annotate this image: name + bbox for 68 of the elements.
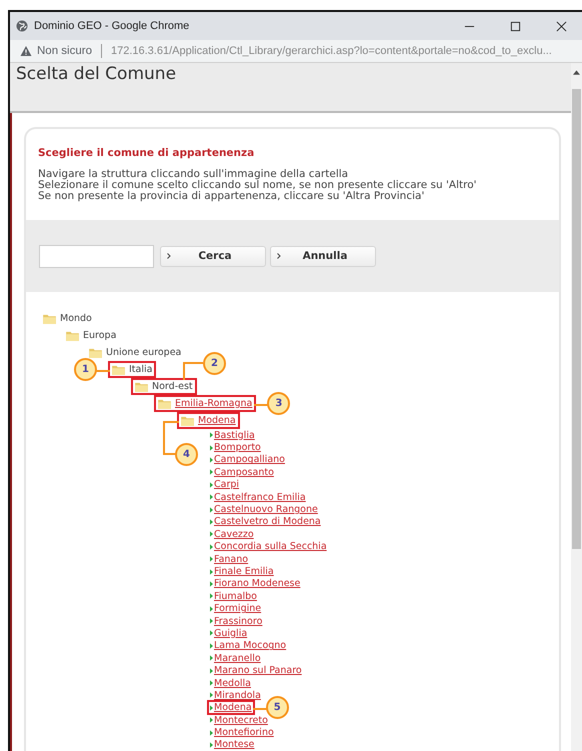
comune-link[interactable]: Montefiorino (214, 727, 274, 738)
comune-link[interactable]: Campogalliano (214, 454, 285, 466)
instructions-heading: Scegliere il comune di appartenenza (38, 147, 256, 159)
tree-label: Europa (83, 330, 116, 341)
instruction-line: Navigare la struttura cliccando sull'immagine della cartella (38, 169, 350, 180)
comune-link[interactable]: Castelvetro di Modena (214, 516, 321, 528)
url-text[interactable]: 172.16.3.61/Application/Ctl_Library/gerarchici.asp?lo=content&portale=no&cod_to_exclu... (110, 45, 552, 57)
comune-link[interactable]: Montese (214, 739, 254, 750)
comune-link[interactable]: Camposanto (214, 466, 274, 478)
comune-link[interactable]: Bomporto (214, 442, 261, 454)
comune-link[interactable]: Concordia sulla Secchia (214, 541, 327, 552)
chevron-icon (277, 253, 281, 259)
comune-link[interactable]: Modena (214, 702, 252, 714)
comune-link[interactable]: Marano sul Panaro (214, 665, 302, 676)
tree-label: Mondo (60, 313, 92, 324)
comune-link[interactable]: Castelnuovo Rangone (214, 504, 318, 516)
security-label[interactable]: Non sicuro (37, 45, 92, 57)
scrollbar[interactable] (571, 63, 582, 751)
comune-link[interactable]: Fiumalbo (214, 590, 257, 602)
folder-icon[interactable] (181, 416, 194, 426)
tree-label: Italia (129, 364, 152, 375)
comune-link[interactable]: Fanano (214, 554, 248, 565)
leader-line (254, 404, 268, 406)
comune-link[interactable]: Finale Emilia (214, 566, 274, 577)
comune-link[interactable]: Lama Mocogno (214, 640, 286, 652)
callout-badge: 3 (267, 392, 290, 414)
tree-label: Nord-est (152, 381, 193, 392)
comune-link[interactable]: Fiorano Modenese (214, 578, 300, 590)
tree-link[interactable]: Emilia-Romagna (175, 398, 252, 409)
callout-badge: 1 (74, 358, 97, 380)
comune-link[interactable]: Castelfranco Emilia (214, 492, 306, 503)
globe-icon (16, 20, 28, 32)
window-title: Dominio GEO - Google Chrome (34, 20, 190, 32)
folder-icon[interactable] (43, 314, 56, 324)
comune-link[interactable]: Maranello (214, 652, 261, 664)
leader-line (252, 708, 267, 710)
maximize-icon[interactable] (510, 20, 521, 32)
page-title: Scelta del Comune (16, 63, 176, 85)
comune-link[interactable]: Medolla (214, 678, 251, 689)
folder-icon[interactable] (89, 348, 102, 358)
comune-link[interactable]: Bastiglia (214, 430, 255, 441)
comune-link[interactable]: Cavezzo (214, 528, 254, 540)
warning-icon (20, 45, 32, 57)
tree-link[interactable]: Modena (198, 415, 236, 426)
callout-badge: 2 (203, 352, 226, 375)
instruction-line: Se non presente la provincia di appartenenza, cliccare su 'Altra Provincia' (38, 191, 426, 202)
comune-link[interactable]: Formigine (214, 603, 262, 614)
action-button[interactable]: Annulla (270, 246, 376, 266)
search-field[interactable] (39, 244, 154, 268)
comune-link[interactable]: Mirandola (214, 690, 261, 701)
scroll-up-icon[interactable] (573, 70, 580, 75)
comune-link[interactable]: Frassinoro (214, 616, 262, 627)
comune-link[interactable]: Carpi (214, 479, 240, 490)
instruction-line: Selezionare il comune scelto cliccando sul nome, se non presente cliccare su 'Altro' (38, 180, 478, 191)
close-icon[interactable] (556, 20, 567, 32)
action-button[interactable]: Cerca (160, 246, 266, 266)
leader-line (96, 370, 110, 372)
scrollbar-thumb[interactable] (572, 89, 581, 549)
comune-link[interactable]: Montecreto (214, 714, 268, 726)
tree-label: Unione europea (106, 347, 182, 358)
folder-icon[interactable] (158, 398, 171, 408)
folder-icon[interactable] (135, 382, 148, 392)
chevron-icon (167, 253, 171, 259)
folder-icon[interactable] (66, 330, 79, 340)
callout-badge: 4 (175, 442, 198, 466)
callout-badge: 5 (266, 696, 289, 719)
comune-link[interactable]: Guiglia (214, 628, 248, 639)
folder-icon[interactable] (112, 364, 125, 374)
